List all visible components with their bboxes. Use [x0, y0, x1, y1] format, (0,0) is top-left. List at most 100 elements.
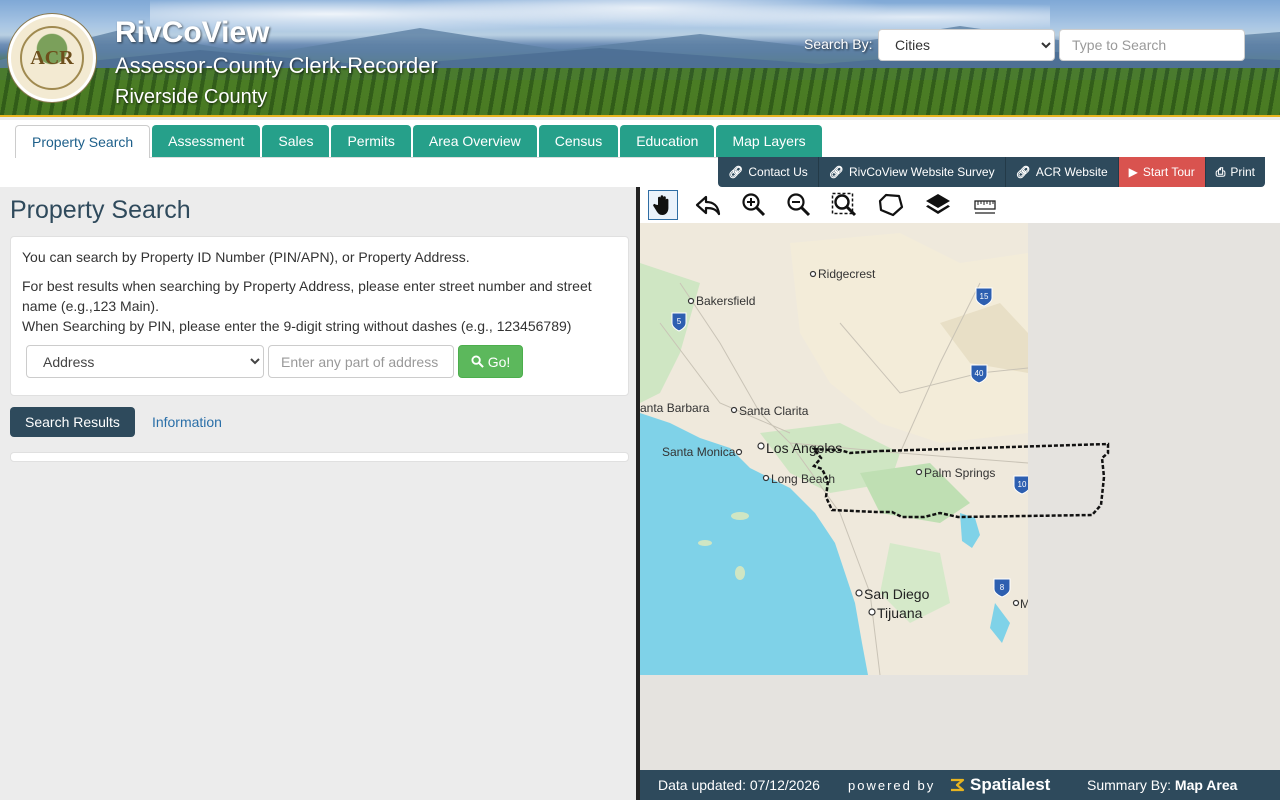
spatialest-icon: [951, 778, 965, 792]
spatialest-logo[interactable]: Spatialest: [948, 775, 1050, 795]
link-icon: 🔗︎: [828, 165, 844, 179]
back-icon: [695, 195, 721, 216]
highway-label: 40: [975, 369, 984, 378]
map-canvas[interactable]: 5 15 40 10 8 Ridgecrest Bakersfield anta…: [640, 223, 1028, 675]
go-label: Go!: [487, 353, 511, 370]
highway-label: 10: [1018, 480, 1027, 489]
pan-tool[interactable]: [648, 190, 678, 220]
map-toolbar: [640, 187, 1280, 223]
summary-by-label: Summary By:: [1087, 777, 1172, 793]
link-icon: 🔗︎: [728, 165, 744, 179]
highway-label: 8: [1000, 583, 1005, 592]
search-row: Address Go!: [26, 345, 523, 378]
tab-education[interactable]: Education: [620, 125, 715, 157]
acr-website-label: ACR Website: [1035, 165, 1108, 179]
search-type-select[interactable]: Address: [26, 345, 264, 378]
seal-inner: ACR: [20, 26, 84, 90]
contact-us-button[interactable]: 🔗︎ Contact Us: [718, 157, 819, 187]
acr-website-button[interactable]: 🔗︎ ACR Website: [1005, 157, 1119, 187]
search-icon: [471, 355, 484, 368]
page-title: Property Search: [10, 196, 191, 224]
header-banner: ACR RivCoView Assessor-County Clerk-Reco…: [0, 0, 1280, 117]
city-label-palm-springs: Palm Springs: [924, 466, 995, 480]
print-icon: ⎙: [1215, 164, 1226, 179]
layers-tool[interactable]: [923, 190, 953, 220]
tab-property-search[interactable]: Property Search: [15, 125, 151, 158]
summary-by-value[interactable]: Map Area: [1175, 777, 1238, 793]
tab-information[interactable]: Information: [137, 407, 237, 437]
tab-permits[interactable]: Permits: [331, 125, 411, 157]
zoom-extent-tool[interactable]: [829, 190, 859, 220]
spatialest-brand: Spatialest: [970, 775, 1051, 794]
city-label-santa-clarita: Santa Clarita: [739, 404, 809, 418]
measure-tool[interactable]: [970, 190, 1000, 220]
left-panel: Property Search You can search by Proper…: [0, 187, 638, 800]
results-panel: [10, 452, 629, 462]
highway-shield-5: 5: [671, 312, 687, 332]
zoom-out-tool[interactable]: [784, 190, 814, 220]
header-search-input[interactable]: [1059, 29, 1245, 61]
map-area[interactable]: 5 15 40 10 8 Ridgecrest Bakersfield anta…: [640, 187, 1280, 770]
website-survey-label: RivCoView Website Survey: [848, 165, 995, 179]
highway-label: 5: [677, 317, 682, 326]
zoom-in-icon: [742, 193, 766, 217]
tab-area-overview[interactable]: Area Overview: [412, 125, 537, 157]
tab-search-results[interactable]: Search Results: [10, 407, 135, 437]
contact-us-label: Contact Us: [748, 165, 808, 179]
search-by-label: Search By:: [804, 36, 873, 52]
pan-icon: [653, 195, 669, 215]
polygon-icon: [878, 193, 904, 217]
print-button[interactable]: ⎙ Print: [1205, 157, 1265, 187]
intro-text: You can search by Property ID Number (PI…: [22, 249, 470, 265]
seal-text: ACR: [30, 46, 74, 69]
tab-map-layers[interactable]: Map Layers: [716, 125, 822, 157]
app-subtitle: Assessor-County Clerk-Recorder: [115, 53, 438, 78]
search-card: You can search by Property ID Number (PI…: [10, 236, 629, 396]
city-label-santa-barbara: anta Barbara: [640, 401, 710, 415]
search-by-select[interactable]: Cities: [878, 29, 1055, 61]
play-icon: ▶: [1128, 165, 1138, 179]
action-buttons: 🔗︎ Contact Us 🔗︎ RivCoView Website Surve…: [718, 157, 1265, 187]
data-updated-text: Data updated: 07/12/2026: [658, 777, 820, 793]
address-hint: For best results when searching by Prope…: [22, 278, 592, 314]
highway-label: 15: [980, 292, 989, 301]
island: [735, 566, 745, 580]
summary-by: Summary By: Map Area: [1087, 777, 1237, 793]
zoom-out-icon: [787, 193, 811, 217]
header-gold-stripe: [0, 115, 1280, 117]
city-label-m: M: [1020, 597, 1028, 611]
go-button[interactable]: Go!: [458, 345, 523, 378]
link-icon: 🔗︎: [1015, 165, 1031, 179]
city-label-bakersfield: Bakersfield: [696, 294, 755, 308]
city-label-san-diego: San Diego: [864, 586, 930, 602]
county-name: Riverside County: [115, 86, 268, 108]
city-label-santa-monica: Santa Monica: [662, 445, 736, 459]
back-tool[interactable]: [693, 190, 723, 220]
title-block: RivCoView Assessor-County Clerk-Recorder…: [115, 14, 438, 114]
pin-hint: When Searching by PIN, please enter the …: [22, 318, 572, 334]
map-footer: Data updated: 07/12/2026 powered by Spat…: [640, 770, 1280, 800]
tab-census[interactable]: Census: [538, 125, 619, 157]
city-label-ridgecrest: Ridgecrest: [818, 267, 876, 281]
layers-icon: [926, 194, 950, 214]
app-title[interactable]: RivCoView: [115, 14, 438, 52]
polygon-tool[interactable]: [876, 190, 906, 220]
start-tour-button[interactable]: ▶ Start Tour: [1118, 157, 1206, 187]
zoom-in-tool[interactable]: [739, 190, 769, 220]
city-label-long-beach: Long Beach: [771, 472, 835, 486]
tab-assessment[interactable]: Assessment: [152, 125, 261, 157]
start-tour-label: Start Tour: [1142, 165, 1195, 179]
website-survey-button[interactable]: 🔗︎ RivCoView Website Survey: [818, 157, 1006, 187]
county-seal-logo[interactable]: ACR: [8, 14, 96, 102]
map-tiles: 5 15 40 10 8 Ridgecrest Bakersfield anta…: [640, 223, 1028, 675]
city-label-tijuana: Tijuana: [877, 605, 923, 621]
tab-sales[interactable]: Sales: [262, 125, 330, 157]
address-input[interactable]: [268, 345, 454, 378]
powered-by-text: powered by: [848, 777, 936, 793]
measure-icon: [974, 200, 996, 214]
main-tabs: Property Search Assessment Sales Permits…: [15, 125, 822, 158]
result-tabs: Search Results Information: [10, 407, 237, 437]
print-label: Print: [1230, 165, 1255, 179]
island: [698, 540, 712, 546]
city-label-los-angeles: Los Angeles: [766, 440, 842, 456]
